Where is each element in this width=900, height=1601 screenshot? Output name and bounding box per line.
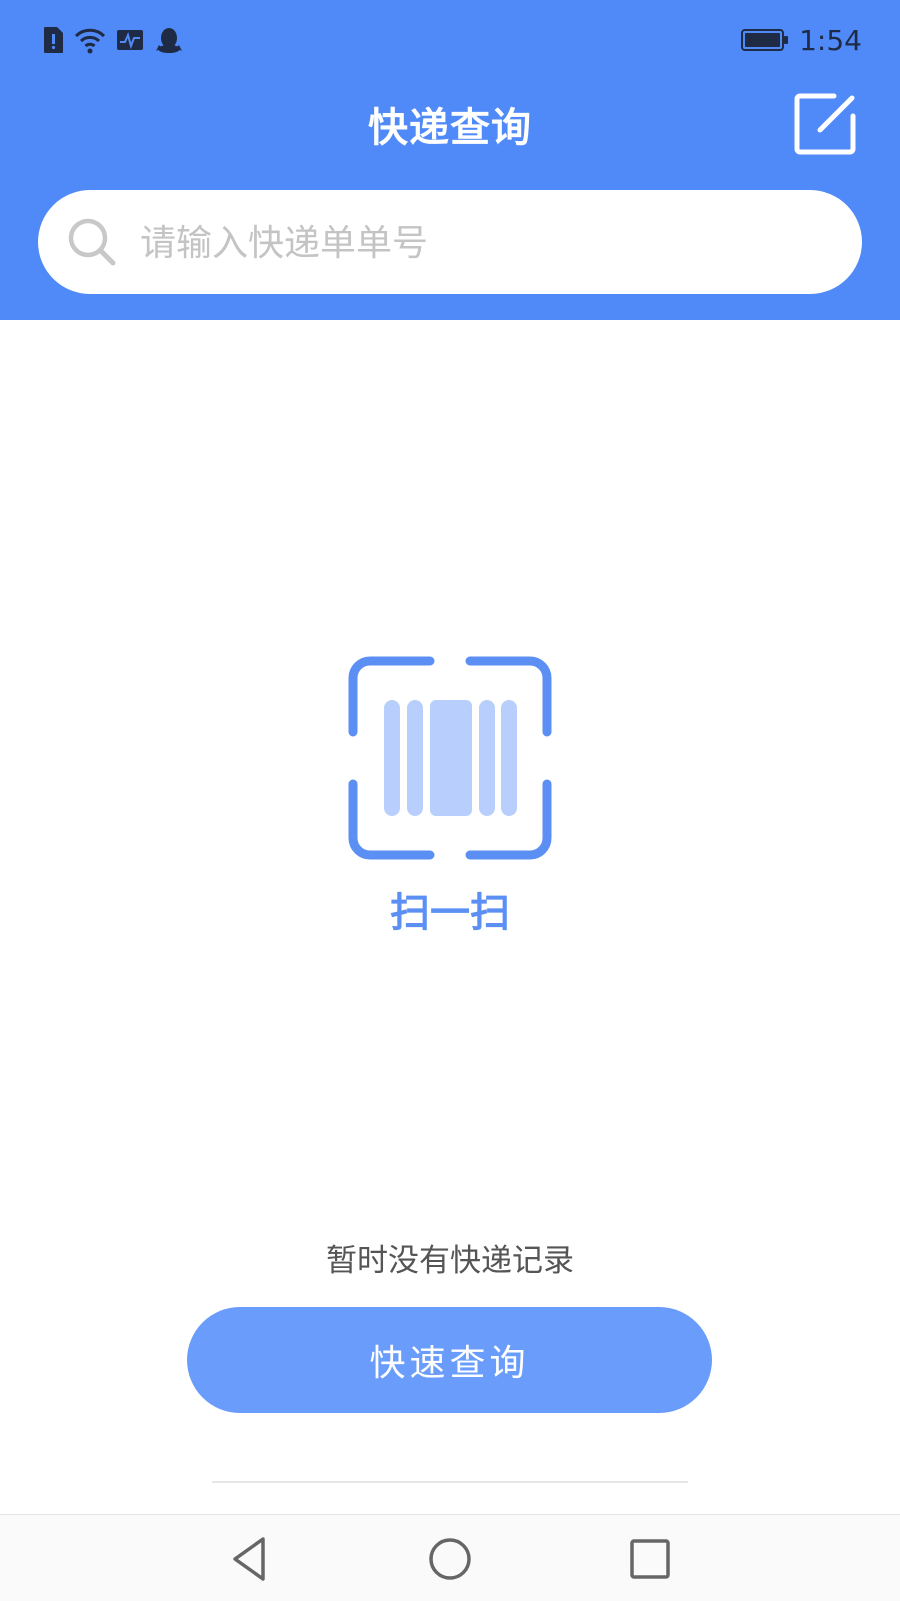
status-bar: 1:54 [0, 0, 900, 80]
home-circle-icon[interactable] [422, 1531, 478, 1587]
edit-icon[interactable] [794, 92, 858, 156]
status-time: 1:54 [799, 23, 862, 57]
battery-icon [741, 29, 789, 51]
barcode-scan-icon[interactable] [348, 656, 552, 860]
system-nav-bar [0, 1514, 900, 1601]
sim-alert-icon [44, 27, 63, 53]
scan-label[interactable]: 扫一扫 [0, 880, 900, 938]
activity-monitor-icon [117, 30, 143, 50]
recents-square-icon[interactable] [622, 1531, 678, 1587]
status-right: 1:54 [741, 22, 862, 58]
app-header: 1:54 快递查询 [0, 0, 900, 320]
wifi-icon [74, 28, 106, 54]
divider [212, 1481, 688, 1483]
search-icon [68, 218, 116, 266]
empty-state-text: 暂时没有快递记录 [326, 1243, 574, 1279]
search-bar[interactable] [38, 190, 862, 294]
page-title: 快递查询 [368, 105, 532, 151]
qq-penguin-icon [156, 28, 182, 53]
quick-query-button[interactable]: 快速查询 [187, 1307, 712, 1413]
back-triangle-icon[interactable] [223, 1531, 279, 1587]
search-input[interactable] [138, 212, 822, 274]
status-icons [42, 24, 184, 56]
